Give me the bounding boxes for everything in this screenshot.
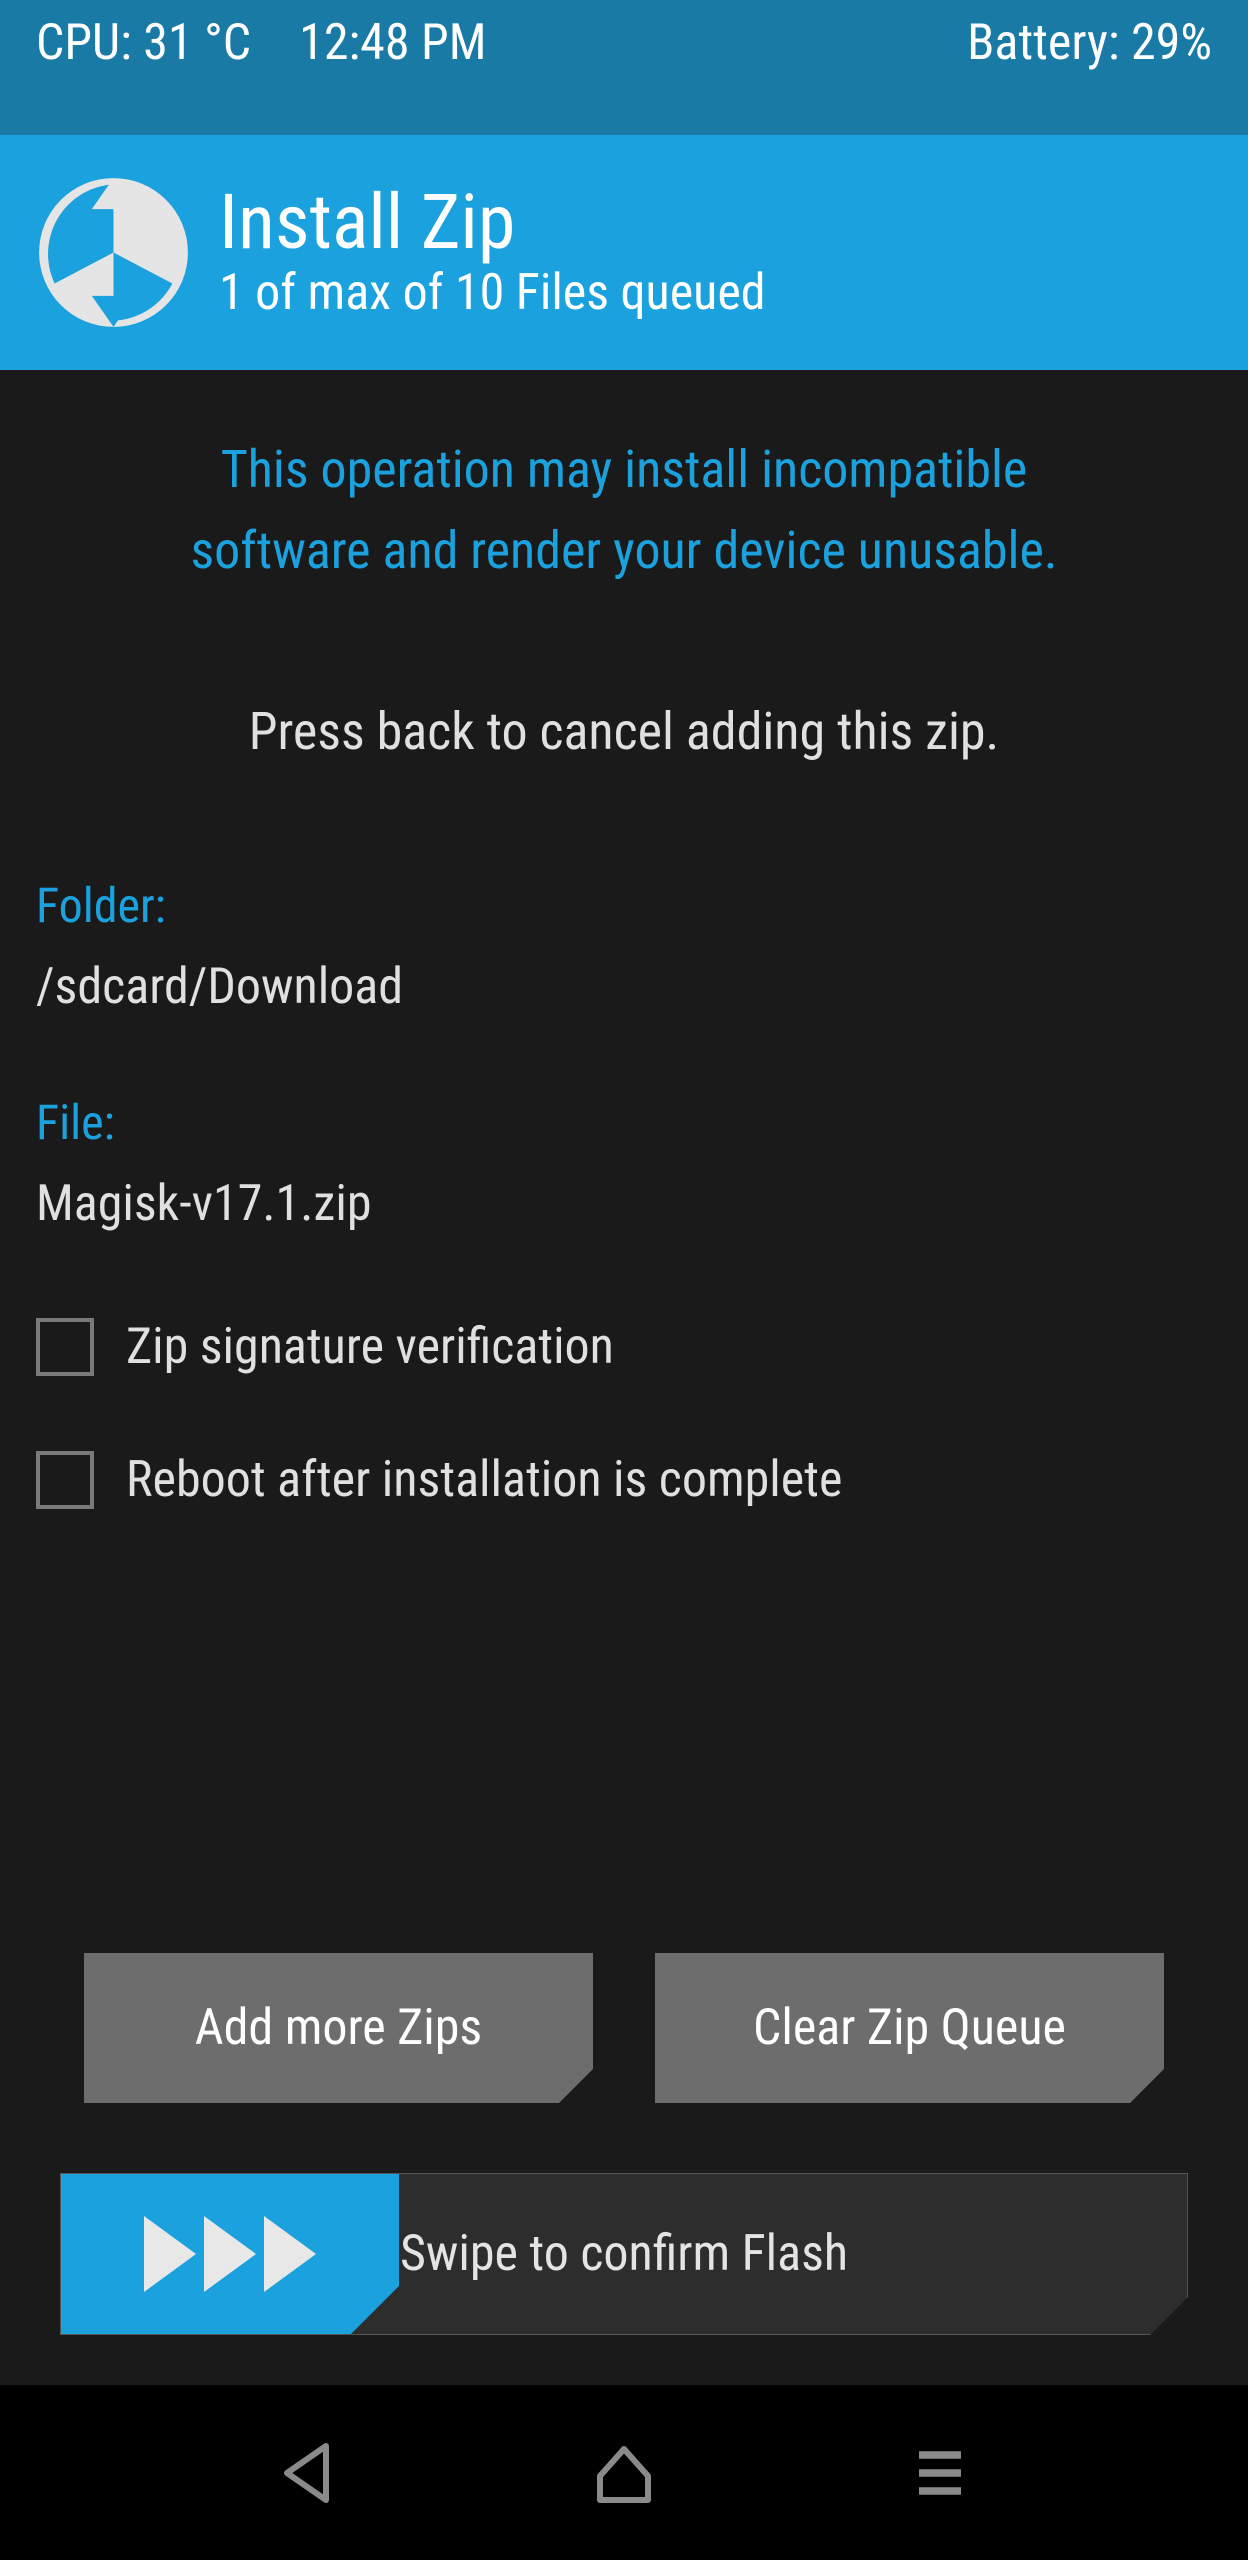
warning-text: This operation may install incompatible … xyxy=(36,430,1212,591)
folder-value: /sdcard/Download xyxy=(36,958,1212,1016)
option-zip-verify[interactable]: Zip signature verification xyxy=(36,1318,1212,1376)
checkbox-icon[interactable] xyxy=(36,1451,94,1509)
swipe-handle[interactable] xyxy=(61,2174,399,2334)
clear-zip-queue-label: Clear Zip Queue xyxy=(753,1999,1066,2057)
option-reboot-after-label: Reboot after installation is complete xyxy=(126,1451,842,1509)
status-cpu-temp: CPU: 31 °C xyxy=(36,14,251,72)
clear-zip-queue-button[interactable]: Clear Zip Queue xyxy=(655,1953,1164,2103)
swipe-slider[interactable]: Swipe to confirm Flash xyxy=(60,2173,1188,2335)
page-title: Install Zip xyxy=(219,184,766,260)
page-subtitle: 1 of max of 10 Files queued xyxy=(219,264,766,322)
option-zip-verify-label: Zip signature verification xyxy=(126,1318,614,1376)
status-battery: Battery: 29% xyxy=(967,14,1212,72)
folder-label: Folder: xyxy=(36,877,1212,934)
home-icon[interactable] xyxy=(588,2437,660,2509)
title-bar: Install Zip 1 of max of 10 Files queued xyxy=(0,135,1248,370)
instruction-text: Press back to cancel adding this zip. xyxy=(36,701,1212,762)
warning-line2: software and render your device unusable… xyxy=(190,520,1057,581)
status-bar: CPU: 31 °C 12:48 PM Battery: 29% xyxy=(0,0,1248,135)
chevron-right-icon xyxy=(264,2216,316,2292)
back-icon[interactable] xyxy=(272,2437,344,2509)
add-more-zips-label: Add more Zips xyxy=(195,1999,482,2057)
button-row: Add more Zips Clear Zip Queue xyxy=(36,1953,1212,2103)
chevron-right-icon xyxy=(204,2216,256,2292)
file-value: Magisk-v17.1.zip xyxy=(36,1175,1212,1233)
file-label: File: xyxy=(36,1094,1212,1151)
content-area: This operation may install incompatible … xyxy=(0,370,1248,2385)
checkbox-icon[interactable] xyxy=(36,1318,94,1376)
nav-bar xyxy=(0,2385,1248,2560)
chevron-right-icon xyxy=(144,2216,196,2292)
option-reboot-after[interactable]: Reboot after installation is complete xyxy=(36,1451,1212,1509)
add-more-zips-button[interactable]: Add more Zips xyxy=(84,1953,593,2103)
warning-line1: This operation may install incompatible xyxy=(221,439,1028,500)
status-clock: 12:48 PM xyxy=(299,14,486,72)
twrp-logo-icon xyxy=(36,175,191,330)
menu-icon[interactable] xyxy=(904,2437,976,2509)
